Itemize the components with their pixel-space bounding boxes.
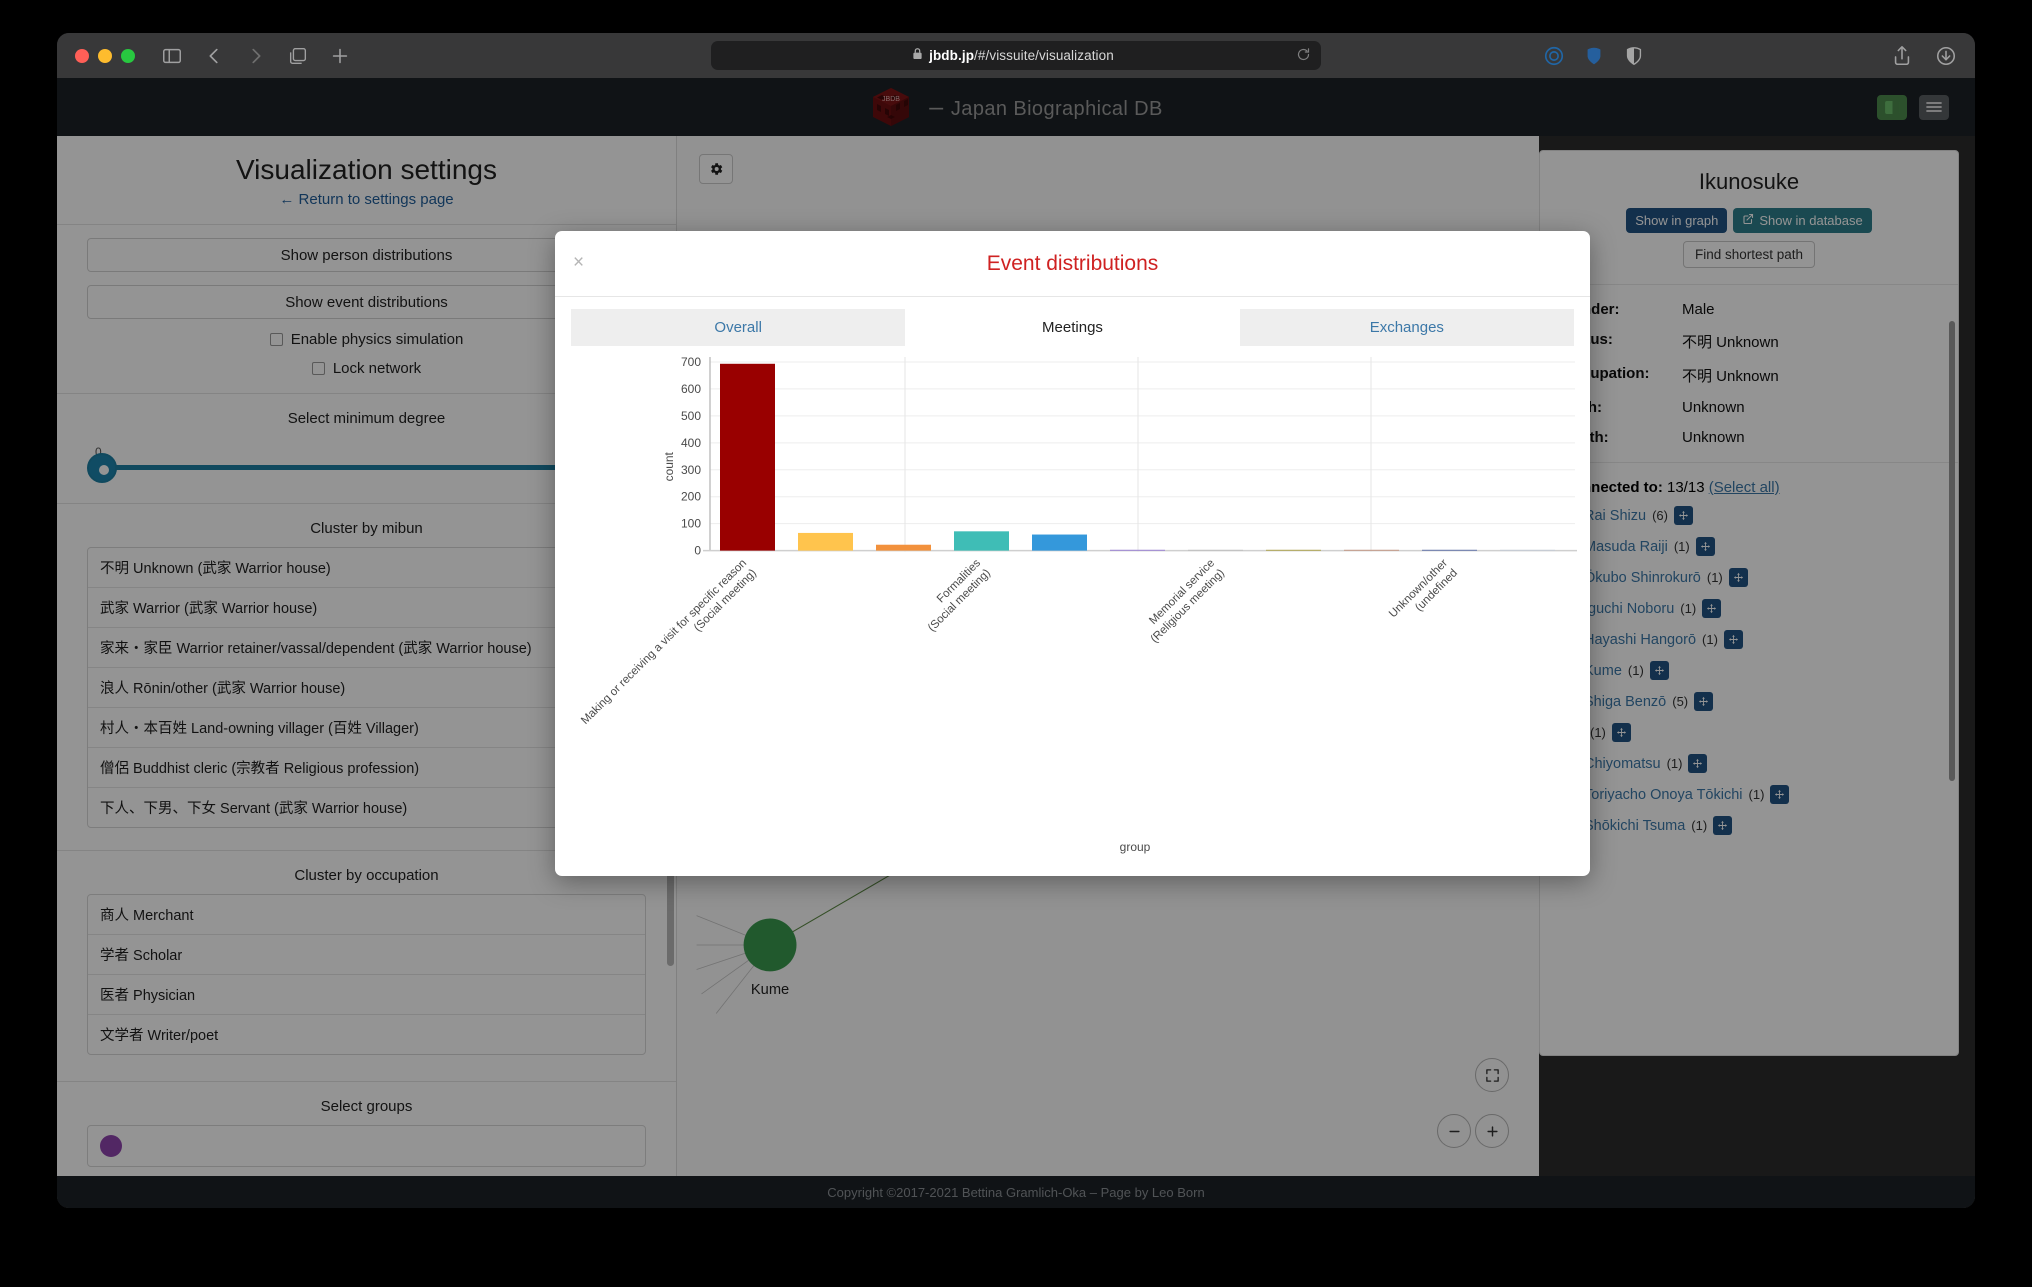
extension-shield-blue-icon[interactable] (1583, 45, 1605, 67)
y-tick-500: 500 (681, 409, 701, 423)
url-path: /#/vissuite/visualization (974, 48, 1114, 63)
close-icon[interactable]: × (573, 253, 584, 272)
browser-window: jbdb.jp/#/vissuite/visualization JBDB – … (57, 33, 1975, 1208)
y-tick-200: 200 (681, 490, 701, 504)
lock-icon (912, 47, 923, 65)
bar (1110, 549, 1165, 551)
y-tick-300: 300 (681, 463, 701, 477)
desktop-background: jbdb.jp/#/vissuite/visualization JBDB – … (0, 0, 2032, 1287)
browser-toolbar: jbdb.jp/#/vissuite/visualization (57, 33, 1975, 78)
back-arrow-icon[interactable] (203, 45, 225, 67)
modal-title: Event distributions (986, 251, 1159, 275)
event-distribution-bar-chart[interactable]: 0 100 200 300 400 500 600 700 count grou… (555, 352, 1590, 876)
tab-exchanges[interactable]: Exchanges (1239, 309, 1574, 346)
address-bar-container[interactable]: jbdb.jp/#/vissuite/visualization (711, 41, 1321, 70)
bar (1188, 549, 1243, 551)
bar (1500, 549, 1555, 551)
download-icon[interactable] (1935, 45, 1957, 67)
sidebar-icon[interactable] (161, 45, 183, 67)
y-tick-0: 0 (694, 544, 701, 558)
y-tick-600: 600 (681, 382, 701, 396)
share-icon[interactable] (1891, 45, 1913, 67)
extension-shield-half-icon[interactable] (1623, 45, 1645, 67)
x-axis-label: group (1120, 840, 1151, 854)
extension-blue-circle-icon[interactable] (1543, 45, 1565, 67)
y-tick-700: 700 (681, 355, 701, 369)
address-bar[interactable]: jbdb.jp/#/vissuite/visualization (711, 41, 1321, 70)
event-distributions-modal: × Event distributions Overall Meetings E… (555, 231, 1590, 876)
bar (876, 544, 931, 551)
tab-overall[interactable]: Overall (571, 309, 906, 346)
y-tick-400: 400 (681, 436, 701, 450)
bar (1422, 549, 1477, 551)
modal-header: × Event distributions (555, 231, 1590, 297)
tab-meetings[interactable]: Meetings (905, 309, 1240, 346)
close-window-button[interactable] (75, 48, 89, 63)
modal-tabs: Overall Meetings Exchanges (555, 297, 1590, 352)
bar (720, 363, 775, 551)
window-traffic-lights[interactable] (75, 48, 135, 63)
x-tick-label-0-line1: Making or receiving a visit for specific… (579, 557, 749, 727)
bar (1266, 549, 1321, 551)
y-axis-label: count (662, 451, 676, 481)
bar (1032, 534, 1087, 551)
reload-icon[interactable] (1296, 47, 1311, 67)
bar (798, 532, 853, 551)
bar (1344, 549, 1399, 551)
y-tick-100: 100 (681, 517, 701, 531)
plus-icon[interactable] (329, 45, 351, 67)
maximize-window-button[interactable] (121, 48, 135, 63)
url-domain: jbdb.jp (929, 48, 975, 63)
forward-arrow-icon[interactable] (245, 45, 267, 67)
minimize-window-button[interactable] (98, 48, 112, 63)
tab-overview-icon[interactable] (287, 45, 309, 67)
bar (954, 531, 1009, 551)
chart-container: 0 100 200 300 400 500 600 700 count grou… (555, 352, 1590, 876)
